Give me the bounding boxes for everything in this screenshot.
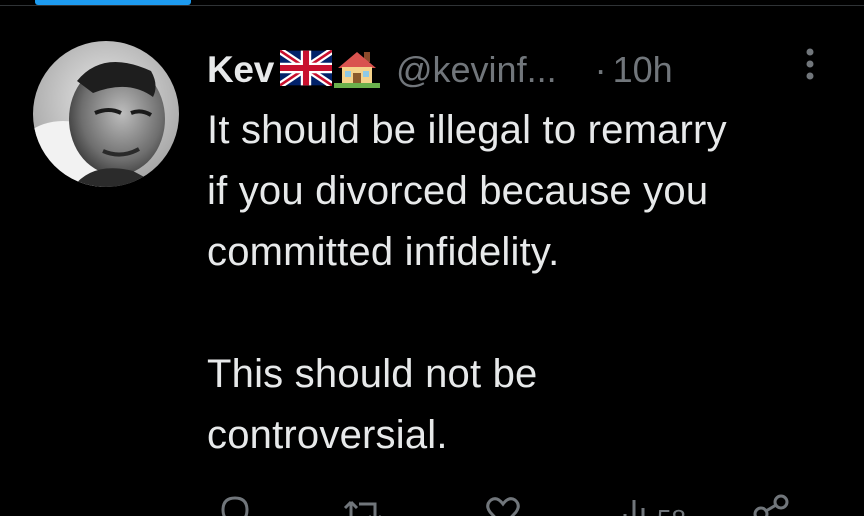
views-icon — [621, 492, 651, 516]
repost-button[interactable] — [341, 492, 385, 516]
share-button[interactable] — [751, 492, 791, 516]
views-count: 58 — [657, 504, 686, 516]
avatar-image — [33, 41, 179, 187]
like-icon — [483, 492, 523, 516]
top-divider — [0, 5, 864, 6]
reply-icon — [215, 492, 255, 516]
avatar[interactable] — [33, 41, 179, 187]
tweet-screen: Kev @kevinf... · 10h It should be illega… — [0, 0, 864, 516]
tweet-header: Kev @kevinf... · 10h — [207, 42, 673, 98]
house-icon — [333, 48, 380, 93]
author-name[interactable]: Kev — [207, 49, 274, 91]
repost-icon — [341, 492, 385, 516]
action-bar: 58 — [207, 492, 827, 516]
share-icon — [751, 492, 791, 516]
tab-indicator[interactable] — [35, 0, 191, 5]
uk-flag-icon — [278, 47, 334, 91]
more-options-icon[interactable] — [798, 46, 822, 82]
timestamp[interactable]: 10h — [613, 49, 673, 91]
tweet-text: It should be illegal to remarry if you d… — [207, 108, 727, 457]
like-button[interactable] — [483, 492, 523, 516]
author-handle[interactable]: @kevinf... — [396, 49, 557, 91]
reply-button[interactable] — [215, 492, 255, 516]
separator-dot: · — [594, 49, 607, 90]
views-button[interactable]: 58 — [621, 492, 686, 516]
